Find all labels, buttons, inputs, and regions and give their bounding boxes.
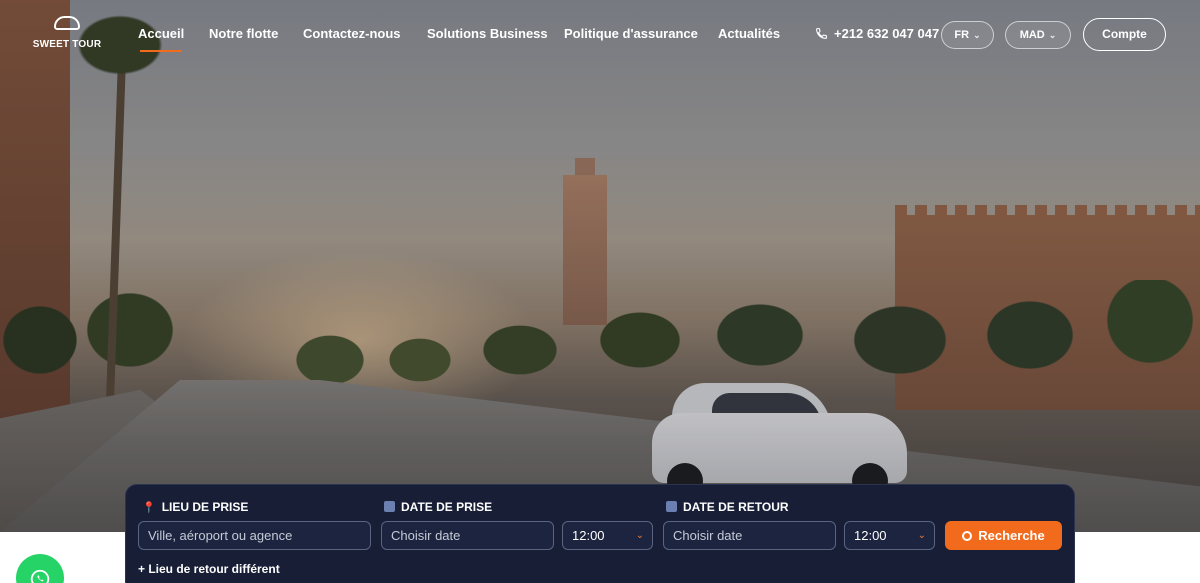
account-button[interactable]: Compte <box>1083 18 1166 51</box>
hero-background <box>0 0 1200 532</box>
chevron-down-icon: ⌄ <box>973 30 981 40</box>
logo-text: SWEET TOUR <box>32 39 102 50</box>
pickup-location-input[interactable]: Ville, aéroport ou agence <box>138 521 371 550</box>
pickup-time-select[interactable]: 12:00 ⌄ <box>562 521 653 550</box>
language-select[interactable]: FR ⌄ <box>941 21 994 49</box>
pickup-date-input[interactable]: Choisir date <box>381 521 554 550</box>
phone-link[interactable]: +212 632 047 047 <box>815 26 939 41</box>
return-time-select[interactable]: 12:00 ⌄ <box>844 521 935 550</box>
logo[interactable]: SWEET TOUR <box>32 16 102 56</box>
chevron-down-icon: ⌄ <box>1048 30 1057 40</box>
chevron-down-icon: ⌄ <box>635 530 644 541</box>
search-icon <box>962 531 973 541</box>
car-logo-icon <box>54 16 80 30</box>
calendar-icon <box>666 501 677 512</box>
pickup-date-label: DATE DE PRISE <box>384 500 492 514</box>
whatsapp-button[interactable] <box>16 554 64 583</box>
return-date-input[interactable]: Choisir date <box>663 521 836 550</box>
phone-number: +212 632 047 047 <box>834 26 940 41</box>
nav-item-notre-flotte[interactable]: Notre flotte <box>209 26 278 41</box>
different-return-location-link[interactable]: + Lieu de retour différent <box>138 562 280 576</box>
nav-active-indicator <box>140 50 182 52</box>
nav-item-solutions-business[interactable]: Solutions Business <box>427 26 548 41</box>
pickup-location-label: 📍 LIEU DE PRISE <box>142 500 249 514</box>
nav-item-politique-assurance[interactable]: Politique d'assurance <box>564 26 698 41</box>
whatsapp-icon <box>30 569 50 583</box>
navbar: SWEET TOUR Accueil Notre flotte Contacte… <box>0 0 1200 70</box>
chevron-down-icon: ⌄ <box>917 530 926 541</box>
return-date-label: DATE DE RETOUR <box>666 500 789 514</box>
nav-item-contactez-nous[interactable]: Contactez-nous <box>303 26 401 41</box>
currency-select[interactable]: MAD ⌄ <box>1005 21 1071 49</box>
map-pin-icon: 📍 <box>142 502 156 514</box>
search-button[interactable]: Recherche <box>945 521 1062 550</box>
calendar-icon <box>384 501 395 512</box>
phone-icon <box>815 26 829 41</box>
nav-item-accueil[interactable]: Accueil <box>138 26 184 41</box>
nav-item-actualites[interactable]: Actualités <box>718 26 780 41</box>
